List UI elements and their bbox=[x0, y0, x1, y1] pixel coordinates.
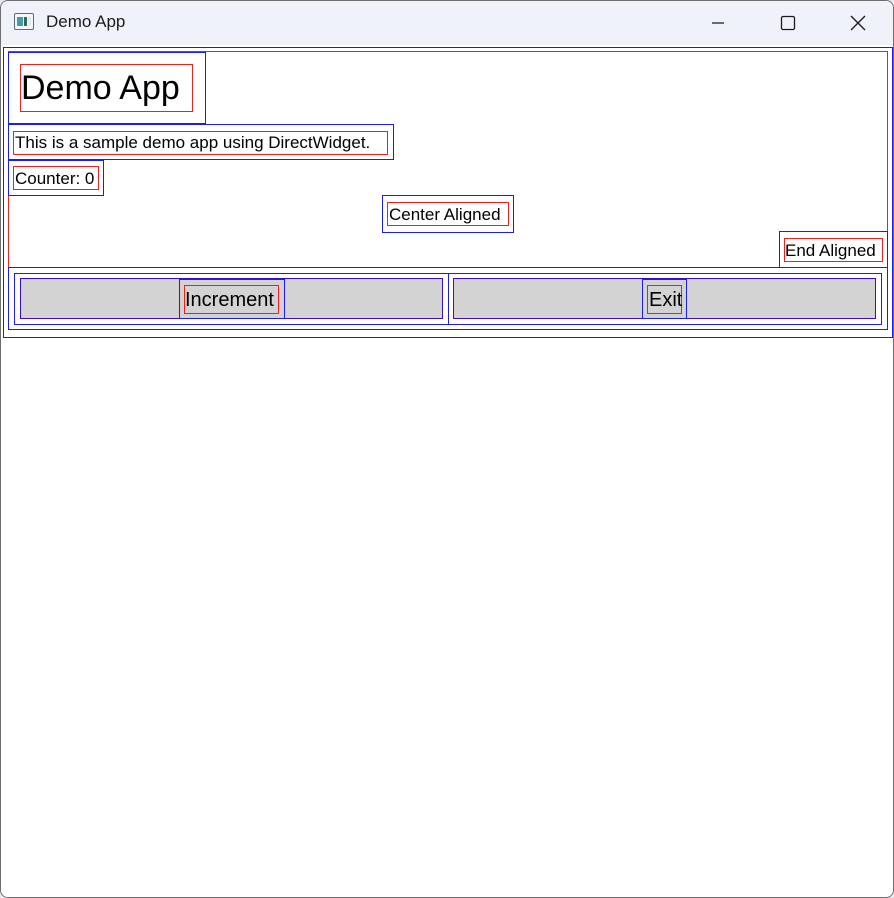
page-title: Demo App bbox=[21, 69, 180, 107]
maximize-icon bbox=[780, 15, 796, 31]
increment-button-label: Increment bbox=[185, 289, 274, 311]
close-icon bbox=[850, 15, 866, 31]
window-title: Demo App bbox=[46, 12, 126, 31]
end-aligned-label: End Aligned bbox=[785, 241, 876, 260]
app-window: Demo App Demo App This is a sample demo … bbox=[0, 0, 894, 898]
counter-label: Counter: 0 bbox=[15, 169, 95, 188]
title-bar[interactable]: Demo App bbox=[1, 1, 893, 45]
description-text: This is a sample demo app using DirectWi… bbox=[15, 133, 371, 152]
app-window-icon bbox=[14, 13, 34, 30]
maximize-button[interactable] bbox=[753, 1, 823, 45]
close-button[interactable] bbox=[823, 1, 893, 45]
minimize-icon bbox=[712, 22, 724, 24]
center-aligned-label: Center Aligned bbox=[389, 205, 501, 224]
client-area: Demo App This is a sample demo app using… bbox=[1, 45, 893, 897]
minimize-button[interactable] bbox=[683, 1, 753, 45]
exit-button-label: Exit bbox=[649, 289, 683, 311]
